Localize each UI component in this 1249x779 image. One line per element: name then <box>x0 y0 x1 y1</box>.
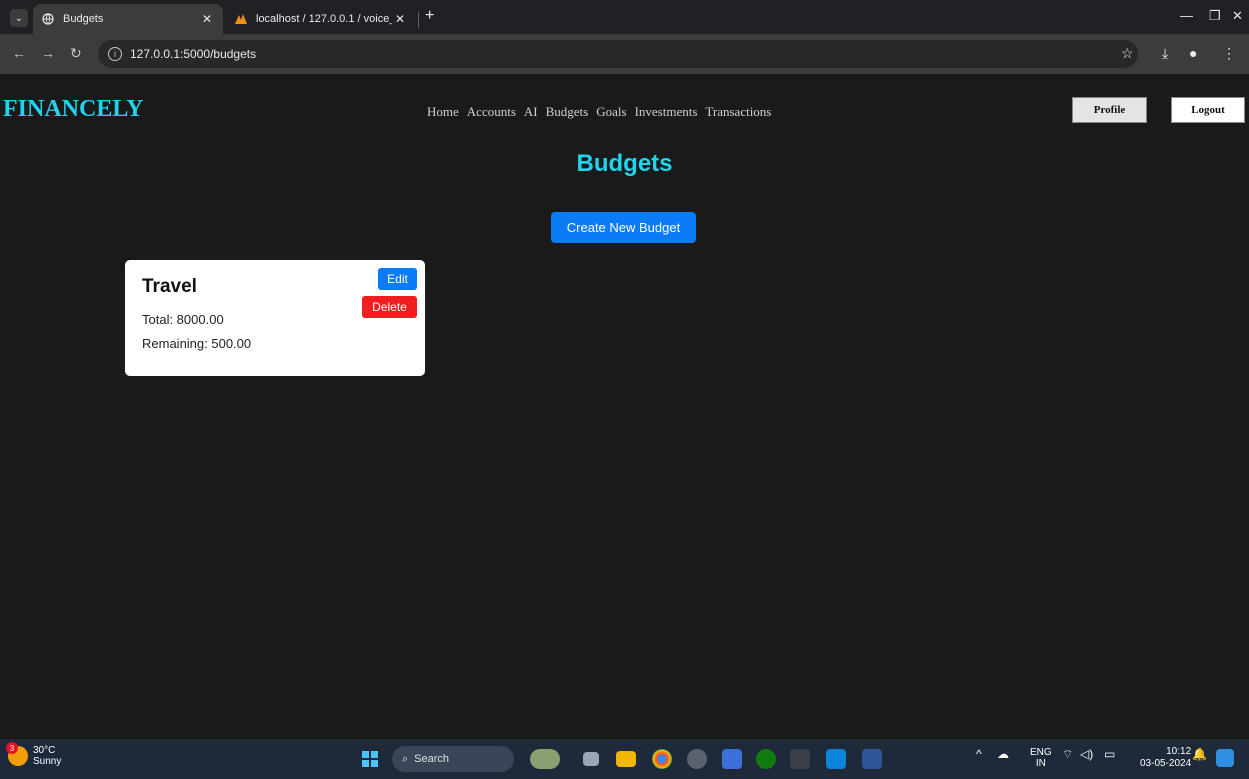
budget-remaining: Remaining: 500.00 <box>142 336 252 351</box>
tab-title: Budgets <box>63 13 104 25</box>
nav-transactions[interactable]: Transactions <box>705 104 771 120</box>
clock-date: 03-05-2024 <box>1140 758 1192 769</box>
profile-button[interactable]: Profile <box>1072 97 1147 123</box>
budget-name: Travel <box>142 276 197 297</box>
site-info-icon[interactable]: i <box>108 47 122 61</box>
page-title: Budgets <box>576 150 673 177</box>
back-icon[interactable]: ← <box>12 45 26 61</box>
chrome-icon[interactable] <box>652 749 672 769</box>
page-content: FINANCELY Home Accounts AI Budgets Goals… <box>0 74 1249 739</box>
menu-kebab-icon[interactable]: ⋮ <box>1222 45 1236 62</box>
notification-badge: 3 <box>6 742 18 754</box>
close-window-icon[interactable]: ✕ <box>1232 8 1243 24</box>
brand-logo[interactable]: FINANCELY <box>3 96 143 123</box>
windows-start-icon[interactable] <box>362 751 378 767</box>
delete-budget-button[interactable]: Delete <box>362 296 417 318</box>
language-indicator[interactable]: ENG IN <box>1030 747 1052 769</box>
nav-budgets[interactable]: Budgets <box>546 104 589 120</box>
search-icon: ⌕ <box>402 752 409 765</box>
main-nav: Home Accounts AI Budgets Goals Investmen… <box>427 104 771 120</box>
word-icon[interactable] <box>862 749 882 769</box>
notification-bell-icon[interactable]: 🔔 <box>1192 747 1207 761</box>
app-icon[interactable] <box>722 749 742 769</box>
onedrive-icon[interactable]: ☁ <box>997 747 1009 761</box>
copilot-icon[interactable] <box>1216 749 1234 767</box>
nav-accounts[interactable]: Accounts <box>467 104 516 120</box>
browser-tabbar: ⌄ Budgets ✕ localhost / 127.0.0.1 / voic… <box>0 0 1249 34</box>
globe-icon <box>41 12 55 26</box>
volume-icon[interactable]: ◁) <box>1080 747 1093 761</box>
file-explorer-icon[interactable] <box>616 751 636 767</box>
tab-phpmyadmin[interactable]: localhost / 127.0.0.1 / voice_fin ✕ <box>226 4 416 34</box>
new-tab-icon[interactable]: + <box>425 7 434 25</box>
reload-icon[interactable]: ↻ <box>70 45 82 62</box>
tab-close-icon[interactable]: ✕ <box>199 12 215 26</box>
terminal-icon[interactable] <box>790 749 810 769</box>
nav-investments[interactable]: Investments <box>635 104 698 120</box>
phpmyadmin-icon <box>234 12 248 26</box>
copilot-widget-icon[interactable] <box>530 749 560 769</box>
tab-close-icon[interactable]: ✕ <box>392 12 408 26</box>
edit-budget-button[interactable]: Edit <box>378 268 417 290</box>
vscode-icon[interactable] <box>826 749 846 769</box>
address-bar[interactable]: i 127.0.0.1:5000/budgets <box>98 40 1138 68</box>
sun-icon: 3 <box>6 742 28 766</box>
nav-home[interactable]: Home <box>427 104 459 120</box>
tab-title: localhost / 127.0.0.1 / voice_fin <box>256 13 392 25</box>
windows-taskbar: 3 30°C Sunny ⌕ Search ^ ☁ ENG IN ⌔ ◁) ▭ … <box>0 739 1249 779</box>
logout-button[interactable]: Logout <box>1171 97 1245 123</box>
url-text: 127.0.0.1:5000/budgets <box>130 47 257 61</box>
forward-icon[interactable]: → <box>41 45 55 61</box>
lang-bottom: IN <box>1035 758 1046 769</box>
tab-separator <box>418 12 419 28</box>
xbox-icon[interactable] <box>756 749 776 769</box>
restore-icon[interactable]: ❐ <box>1209 8 1221 24</box>
weather-temp: 30°C <box>33 745 56 756</box>
settings-app-icon[interactable] <box>687 749 707 769</box>
tab-list-dropdown-icon[interactable]: ⌄ <box>10 9 28 27</box>
clock-time: 10:12 <box>1166 746 1192 757</box>
chevron-up-icon[interactable]: ^ <box>976 747 982 761</box>
download-icon[interactable]: ⤓ <box>1162 45 1168 62</box>
nav-goals[interactable]: Goals <box>596 104 626 120</box>
budget-card: Travel Total: 8000.00 Remaining: 500.00 … <box>125 260 425 376</box>
budget-total: Total: 8000.00 <box>142 312 224 327</box>
weather-desc: Sunny <box>33 756 62 767</box>
nav-ai[interactable]: AI <box>524 104 538 120</box>
task-view-icon[interactable] <box>583 752 599 766</box>
lang-top: ENG <box>1030 747 1052 758</box>
profile-avatar-icon[interactable]: ● <box>1189 45 1197 61</box>
bookmark-star-icon[interactable]: ☆ <box>1121 45 1134 62</box>
weather-widget[interactable]: 3 30°C Sunny <box>6 742 62 767</box>
clock[interactable]: 10:12 03-05-2024 <box>1140 746 1191 770</box>
minimize-icon[interactable]: — <box>1180 8 1193 23</box>
tab-budgets[interactable]: Budgets ✕ <box>33 4 223 34</box>
browser-toolbar: ← → ↻ i 127.0.0.1:5000/budgets ☆ ⤓ ● ⋮ <box>0 34 1249 74</box>
create-budget-button[interactable]: Create New Budget <box>551 212 696 243</box>
taskbar-search[interactable]: ⌕ Search <box>392 746 514 772</box>
search-label: Search <box>414 753 450 765</box>
battery-icon[interactable]: ▭ <box>1104 747 1115 761</box>
wifi-icon[interactable]: ⌔ <box>1062 747 1073 762</box>
